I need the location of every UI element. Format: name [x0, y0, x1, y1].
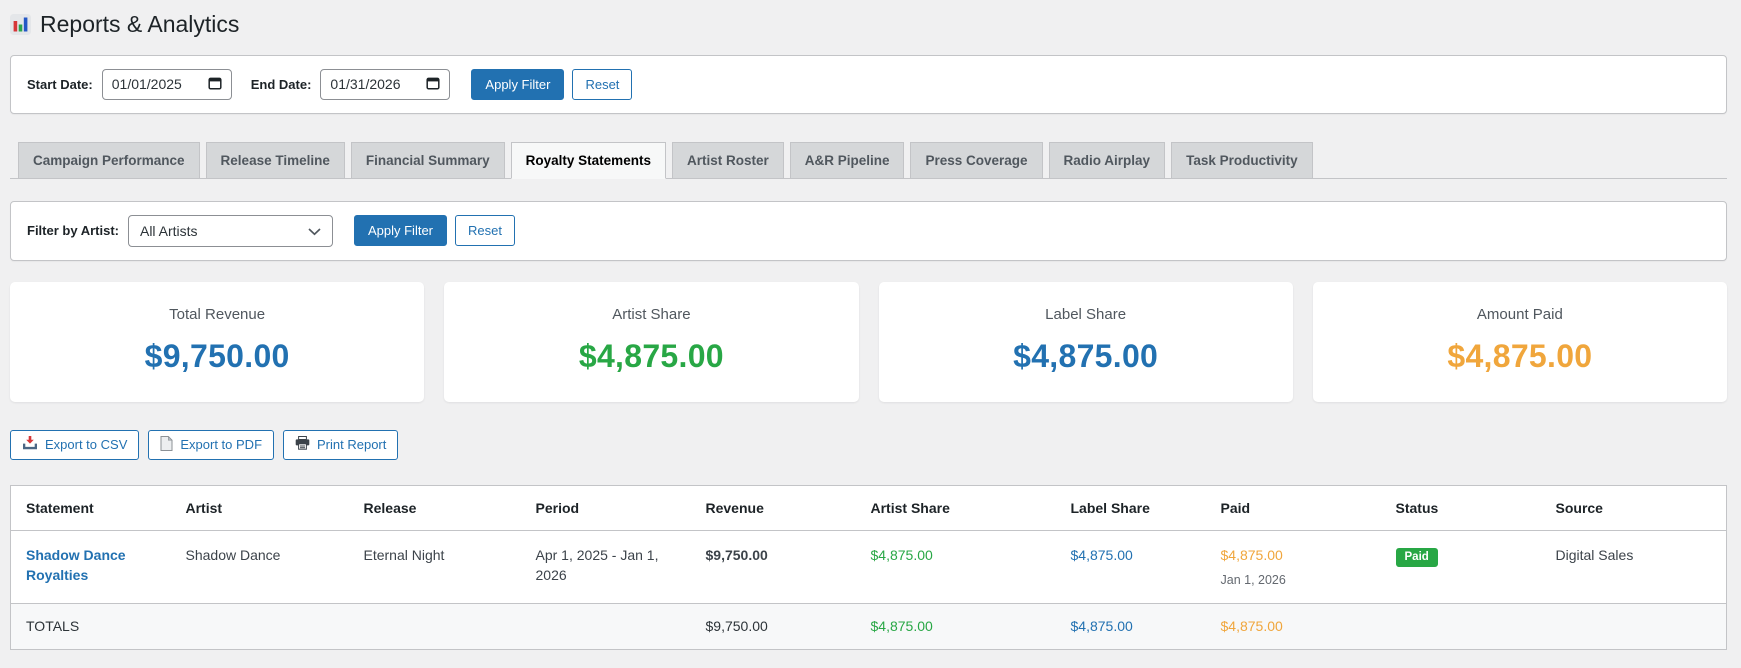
- start-date-value: 01/01/2025: [111, 76, 182, 93]
- totals-label-share: $4,875.00: [1070, 618, 1133, 635]
- tab-campaign-performance[interactable]: Campaign Performance: [18, 141, 200, 178]
- date-reset-button[interactable]: Reset: [572, 68, 633, 100]
- end-date-input[interactable]: 01/31/2026: [320, 68, 451, 100]
- calendar-icon[interactable]: [208, 76, 222, 93]
- document-icon: [160, 435, 174, 454]
- report-tabs: Campaign Performance Release Timeline Fi…: [10, 141, 1727, 179]
- card-amount-paid: Amount Paid $4,875.00: [1312, 281, 1727, 402]
- export-pdf-button[interactable]: Export to PDF: [148, 429, 275, 460]
- col-artist-share: Artist Share: [860, 485, 1061, 531]
- col-period: Period: [525, 485, 696, 531]
- tab-royalty-statements[interactable]: Royalty Statements: [510, 141, 666, 179]
- paid-date: Jan 1, 2026: [1220, 573, 1286, 588]
- card-label-share: Label Share $4,875.00: [878, 281, 1293, 402]
- tab-press-coverage[interactable]: Press Coverage: [910, 141, 1043, 178]
- table-header-row: Statement Artist Release Period Revenue …: [10, 485, 1727, 531]
- card-total-revenue: Total Revenue $9,750.00: [10, 281, 425, 402]
- bar-chart-icon: [10, 14, 31, 36]
- cell-paid: $4,875.00 Jan 1, 2026: [1211, 530, 1386, 603]
- card-label: Total Revenue: [169, 305, 266, 323]
- totals-row: TOTALS $9,750.00 $4,875.00 $4,875.00 $4,…: [10, 603, 1727, 650]
- cell-statement: Shadow Dance Royalties: [11, 530, 176, 603]
- chevron-down-icon: [308, 223, 321, 239]
- totals-artist-share: $4,875.00: [870, 618, 933, 635]
- end-date-value: 01/31/2026: [330, 76, 401, 93]
- end-date-label: End Date:: [250, 76, 312, 92]
- calendar-icon[interactable]: [426, 76, 440, 93]
- page-wrap: Reports & Analytics Start Date: 01/01/20…: [0, 0, 1741, 650]
- card-artist-share: Artist Share $4,875.00: [444, 281, 859, 402]
- cell-artist: Shadow Dance: [185, 546, 281, 563]
- col-status: Status: [1385, 485, 1546, 531]
- artist-reset-button[interactable]: Reset: [455, 215, 515, 247]
- royalty-statements-table: Statement Artist Release Period Revenue …: [10, 484, 1727, 650]
- export-csv-label: Export to CSV: [45, 437, 128, 453]
- card-label: Amount Paid: [1476, 305, 1563, 323]
- tab-task-productivity[interactable]: Task Productivity: [1171, 141, 1313, 178]
- col-release: Release: [353, 485, 526, 531]
- cell-artist-share: $4,875.00: [870, 546, 933, 563]
- totals-paid: $4,875.00: [1220, 618, 1283, 635]
- col-source: Source: [1545, 485, 1727, 531]
- status-badge: Paid: [1395, 547, 1438, 568]
- artist-select[interactable]: All Artists: [127, 214, 333, 247]
- tab-release-timeline[interactable]: Release Timeline: [205, 141, 345, 178]
- col-paid: Paid: [1210, 485, 1386, 531]
- tab-radio-airplay[interactable]: Radio Airplay: [1048, 141, 1166, 178]
- printer-icon: [295, 436, 310, 453]
- cell-label-share: $4,875.00: [1070, 546, 1133, 563]
- totals-period: [526, 604, 696, 649]
- totals-release: [354, 604, 526, 649]
- print-report-button[interactable]: Print Report: [283, 429, 399, 460]
- download-icon: [22, 435, 38, 454]
- card-value: $4,875.00: [1447, 337, 1593, 374]
- totals-source: [1546, 604, 1727, 649]
- cell-status: Paid: [1386, 530, 1546, 603]
- tab-financial-summary[interactable]: Financial Summary: [350, 141, 505, 178]
- summary-cards: Total Revenue $9,750.00 Artist Share $4,…: [10, 281, 1727, 402]
- table-row: Shadow Dance Royalties Shadow Dance Eter…: [10, 530, 1727, 604]
- card-value: $4,875.00: [1013, 337, 1159, 374]
- tab-artist-roster[interactable]: Artist Roster: [671, 141, 784, 178]
- totals-revenue: $9,750.00: [705, 618, 768, 635]
- date-filter-panel: Start Date: 01/01/2025 End Date: 01/31/2…: [10, 54, 1727, 114]
- artist-filter-panel: Filter by Artist: All Artists Apply Filt…: [10, 200, 1727, 261]
- start-date-input[interactable]: 01/01/2025: [101, 68, 232, 100]
- page-title-text: Reports & Analytics: [40, 11, 240, 37]
- cell-source: Digital Sales: [1555, 546, 1634, 563]
- cell-revenue: $9,750.00: [705, 546, 768, 563]
- card-label: Artist Share: [612, 305, 691, 323]
- start-date-label: Start Date:: [27, 76, 93, 92]
- col-statement: Statement: [10, 485, 176, 531]
- export-csv-button[interactable]: Export to CSV: [10, 429, 140, 460]
- card-value: $4,875.00: [578, 337, 724, 374]
- cell-release: Eternal Night: [363, 546, 445, 563]
- date-apply-filter-button[interactable]: Apply Filter: [471, 68, 565, 100]
- paid-amount: $4,875.00: [1220, 546, 1283, 563]
- totals-label: TOTALS: [26, 618, 80, 635]
- card-value: $9,750.00: [144, 337, 290, 374]
- cell-period: Apr 1, 2025 - Jan 1, 2026: [535, 546, 659, 584]
- col-artist: Artist: [175, 485, 354, 531]
- totals-status: [1386, 604, 1546, 649]
- export-toolbar: Export to CSV Export to PDF Print Report: [10, 429, 1727, 460]
- card-label: Label Share: [1045, 305, 1127, 323]
- col-revenue: Revenue: [695, 485, 861, 531]
- print-report-label: Print Report: [317, 437, 387, 453]
- tab-ar-pipeline[interactable]: A&R Pipeline: [789, 141, 905, 178]
- statement-link[interactable]: Shadow Dance Royalties: [26, 547, 126, 583]
- artist-select-value: All Artists: [139, 222, 198, 239]
- artist-apply-filter-button[interactable]: Apply Filter: [353, 215, 448, 247]
- page-title: Reports & Analytics: [10, 10, 1727, 40]
- totals-artist: [176, 604, 354, 649]
- artist-filter-label: Filter by Artist:: [27, 223, 119, 239]
- col-label-share: Label Share: [1060, 485, 1211, 531]
- export-pdf-label: Export to PDF: [180, 437, 263, 453]
